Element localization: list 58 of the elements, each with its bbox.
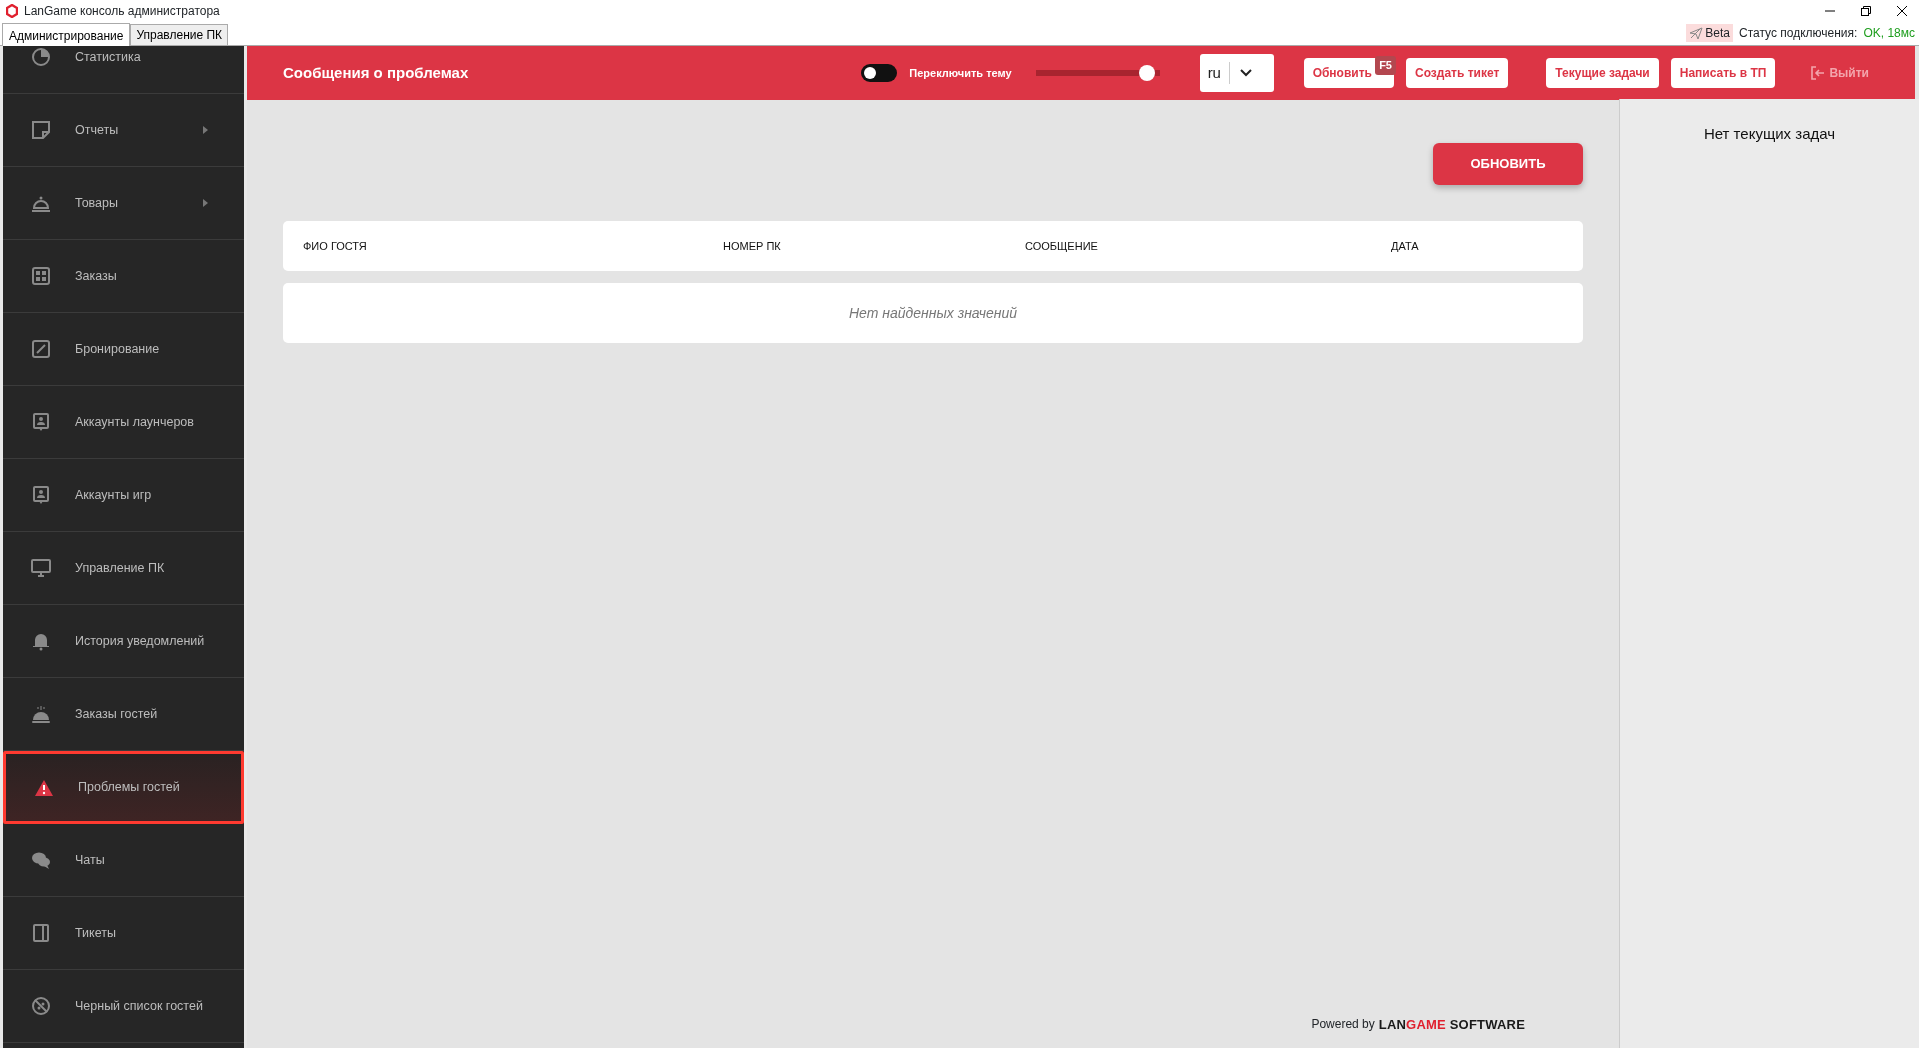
- sidebar-item[interactable]: Товары: [3, 167, 244, 240]
- restore-icon[interactable]: [1861, 6, 1871, 16]
- sidebar-item[interactable]: Бронирование: [3, 313, 244, 386]
- status-value: OK, 18мс: [1863, 25, 1915, 42]
- powered-by-text: Powered by: [1311, 1016, 1375, 1034]
- sidebar-item[interactable]: Черный список гостей: [3, 970, 244, 1043]
- refresh-button[interactable]: ОБНОВИТЬ: [1433, 143, 1583, 185]
- sidebar-item[interactable]: Статистика: [3, 46, 244, 94]
- monitor-icon: [31, 558, 51, 578]
- column-header: ФИО ГОСТЯ: [303, 239, 367, 252]
- brand-text: GAME: [1406, 1016, 1446, 1032]
- sidebar-item[interactable]: Аккаунты лаунчеров: [3, 386, 244, 459]
- theme-toggle[interactable]: [861, 64, 898, 82]
- panel-icon: [31, 923, 51, 943]
- blocked-icon: [31, 996, 51, 1016]
- page-title: Сообщения о проблемах: [283, 62, 469, 83]
- sidebar-item[interactable]: Управление ПК: [3, 532, 244, 605]
- brand-text: LAN: [1378, 1016, 1407, 1032]
- chevron-down-icon: [1239, 69, 1252, 77]
- window-tab[interactable]: Управление ПК: [130, 24, 229, 45]
- beta-label: Beta: [1705, 25, 1730, 42]
- sidebar-item[interactable]: Отчеты: [3, 94, 244, 167]
- logout-icon: [1811, 66, 1826, 80]
- sidebar-item[interactable]: Проблемы гостей: [3, 751, 244, 824]
- chat-bubbles-icon: [31, 850, 51, 870]
- toggle-label: Переключить тему: [909, 65, 1012, 81]
- bell-icon: [31, 631, 51, 651]
- window-title: LanGame консоль администратора: [24, 3, 220, 20]
- grid-icon: [31, 266, 51, 286]
- cloche-icon: [31, 704, 51, 724]
- sidebar-item[interactable]: Аккаунты игр: [3, 459, 244, 532]
- close-icon[interactable]: [1897, 6, 1907, 16]
- shortcut-badge: F5: [1375, 56, 1396, 75]
- note-icon: [31, 120, 51, 140]
- language-select[interactable]: ru: [1199, 54, 1274, 92]
- column-header: ДАТА: [1391, 239, 1419, 252]
- column-header: НОМЕР ПК: [723, 239, 781, 252]
- header-button[interactable]: Текущие задачи: [1546, 58, 1659, 88]
- sidebar-item[interactable]: Чаты: [3, 824, 244, 897]
- user-card-icon: [31, 485, 51, 505]
- slider-thumb[interactable]: [1139, 65, 1156, 81]
- sidebar-item[interactable]: Заказы: [3, 240, 244, 313]
- pie-chart-icon: [31, 47, 51, 67]
- tasks-empty-message: Нет текущих задач: [1703, 125, 1836, 142]
- sidebar-item[interactable]: История уведомлений: [3, 605, 244, 678]
- header-button[interactable]: Обновить F5: [1303, 58, 1394, 88]
- app-logo-icon: [6, 4, 18, 18]
- column-header: СООБЩЕНИЕ: [1025, 239, 1098, 252]
- status-label: Статус подключения:: [1739, 25, 1858, 42]
- header-button[interactable]: Написать в ТП: [1670, 58, 1776, 88]
- empty-message: Нет найденных значений: [848, 303, 1018, 323]
- user-card-icon: [31, 412, 51, 432]
- sidebar-item[interactable]: Тикеты: [3, 897, 244, 970]
- airplane-icon: [1689, 26, 1704, 40]
- brand-text: SOFTWARE: [1448, 1016, 1525, 1032]
- header-button[interactable]: Создать тикет: [1405, 58, 1509, 88]
- window-tab[interactable]: Администрирование: [2, 23, 131, 46]
- pencil-square-icon: [31, 339, 51, 359]
